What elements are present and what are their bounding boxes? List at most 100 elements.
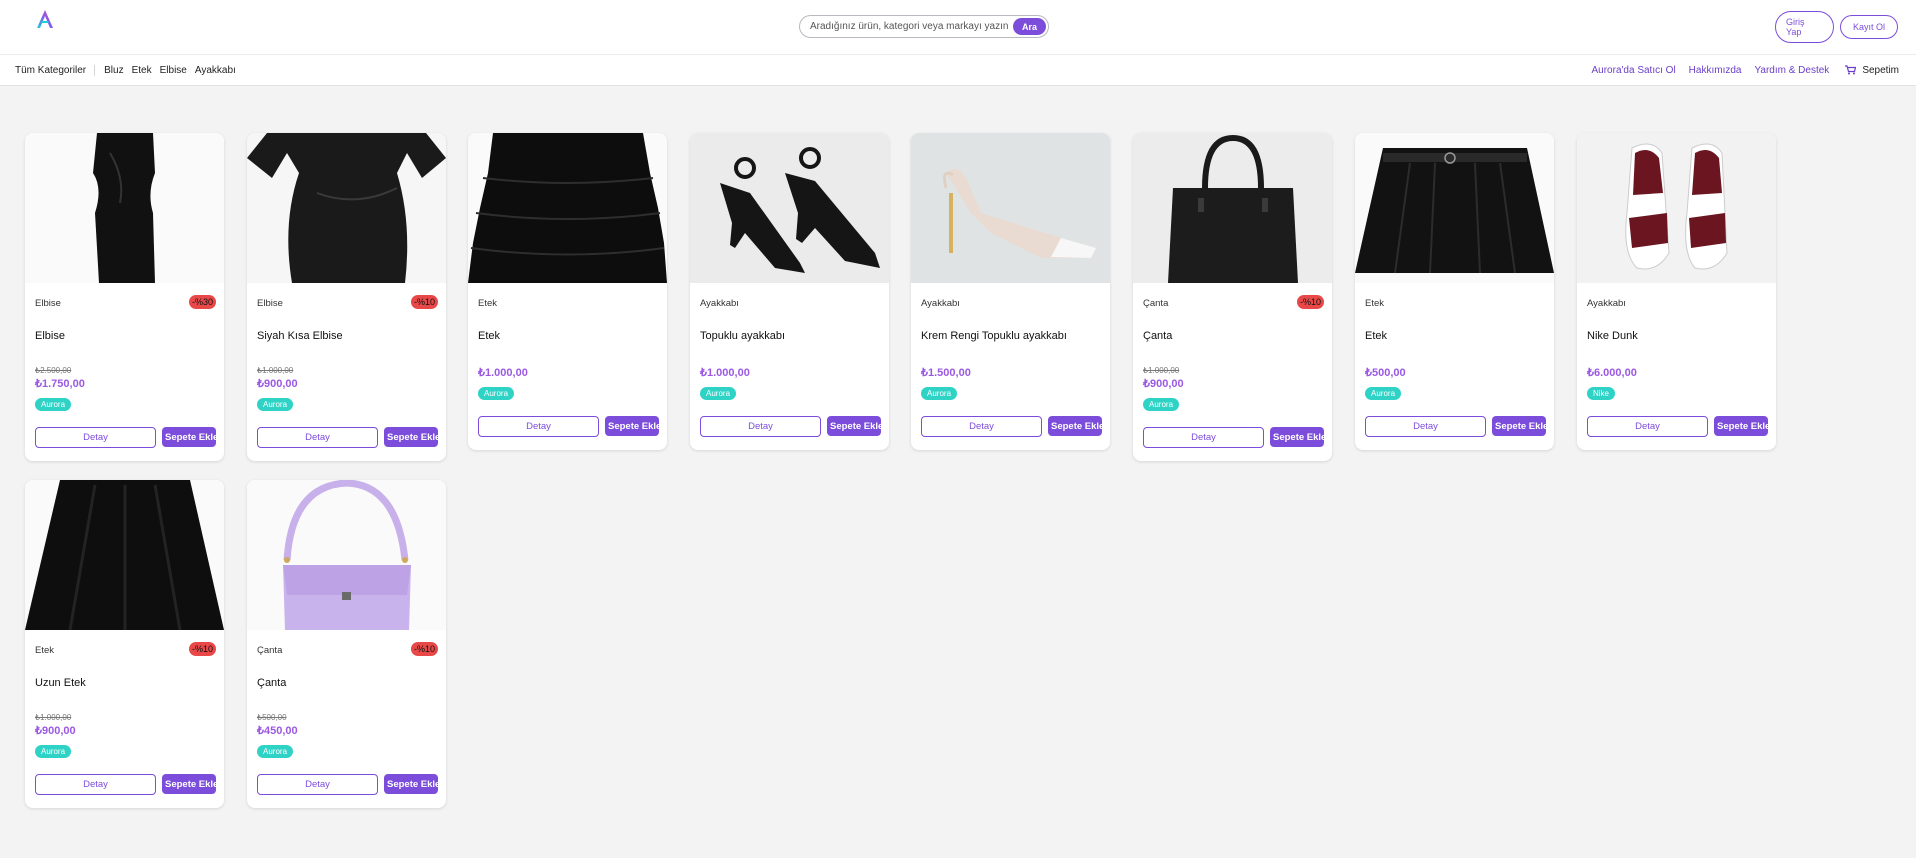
product-category: Ayakkabı bbox=[921, 298, 960, 309]
product-category: Etek bbox=[35, 645, 55, 656]
product-category: Çanta bbox=[1143, 298, 1169, 309]
product-name[interactable]: Çanta bbox=[1143, 330, 1172, 342]
add-to-cart-button[interactable]: Sepete Ekle bbox=[162, 427, 216, 447]
search-button[interactable]: Ara bbox=[1013, 18, 1046, 35]
product-name[interactable]: Etek bbox=[1365, 330, 1387, 342]
old-price: ₺500,00 bbox=[257, 713, 287, 722]
add-to-cart-button[interactable]: Sepete Ekle bbox=[384, 774, 438, 794]
brand-badge: Aurora bbox=[35, 398, 72, 411]
product-category: Etek bbox=[1365, 298, 1385, 309]
price: ₺450,00 bbox=[257, 725, 298, 737]
product-image[interactable] bbox=[1577, 133, 1776, 283]
product-card[interactable]: Elbise -%30 Elbise ₺2.500,00 ₺1.750,00 A… bbox=[25, 133, 224, 461]
add-to-cart-button[interactable]: Sepete Ekle bbox=[384, 427, 438, 447]
brand-badge: Aurora bbox=[478, 387, 515, 400]
product-name[interactable]: Çanta bbox=[257, 677, 286, 689]
cart-link[interactable]: Sepetim bbox=[1845, 65, 1899, 76]
nav-category-elbise[interactable]: Elbise bbox=[160, 65, 187, 76]
search-input[interactable] bbox=[810, 18, 1010, 35]
product-name[interactable]: Uzun Etek bbox=[35, 677, 86, 689]
product-category: Ayakkabı bbox=[1587, 298, 1626, 309]
category-nav: Tüm Kategoriler Bluz Etek Elbise Ayakkab… bbox=[0, 54, 1916, 86]
product-name[interactable]: Siyah Kısa Elbise bbox=[257, 330, 343, 342]
product-card[interactable]: Çanta -%10 Çanta ₺500,00 ₺450,00 Aurora … bbox=[247, 480, 446, 808]
price: ₺1.500,00 bbox=[921, 367, 971, 379]
detail-button[interactable]: Detay bbox=[478, 416, 599, 437]
product-image[interactable] bbox=[247, 133, 446, 283]
product-card[interactable]: Etek -%10 Uzun Etek ₺1.000,00 ₺900,00 Au… bbox=[25, 480, 224, 808]
login-button[interactable]: Giriş Yap bbox=[1775, 11, 1834, 43]
product-image[interactable] bbox=[690, 133, 889, 283]
brand-badge: Aurora bbox=[700, 387, 737, 400]
nav-category-bluz[interactable]: Bluz bbox=[104, 65, 123, 76]
product-image[interactable] bbox=[1355, 133, 1554, 283]
product-card[interactable]: Ayakkabı Topuklu ayakkabı ₺1.000,00 Auro… bbox=[690, 133, 889, 450]
detail-button[interactable]: Detay bbox=[1365, 416, 1486, 437]
product-category: Elbise bbox=[35, 298, 61, 309]
old-price: ₺1.000,00 bbox=[1143, 366, 1180, 375]
product-card[interactable]: Ayakkabı Krem Rengi Topuklu ayakkabı ₺1.… bbox=[911, 133, 1110, 450]
search-bar: Ara bbox=[799, 15, 1049, 38]
brand-badge: Nike bbox=[1587, 387, 1616, 400]
cart-label: Sepetim bbox=[1862, 64, 1899, 76]
add-to-cart-button[interactable]: Sepete Ekle bbox=[605, 416, 659, 436]
brand-badge: Aurora bbox=[921, 387, 958, 400]
add-to-cart-button[interactable]: Sepete Ekle bbox=[1270, 427, 1324, 447]
price: ₺900,00 bbox=[35, 725, 76, 737]
product-image[interactable] bbox=[247, 480, 446, 630]
product-image[interactable] bbox=[468, 133, 667, 283]
brand-badge: Aurora bbox=[1365, 387, 1402, 400]
discount-badge: -%10 bbox=[1296, 295, 1324, 309]
all-categories-link[interactable]: Tüm Kategoriler bbox=[15, 64, 96, 76]
detail-button[interactable]: Detay bbox=[921, 416, 1042, 437]
product-category: Ayakkabı bbox=[700, 298, 739, 309]
product-name[interactable]: Etek bbox=[478, 330, 500, 342]
price: ₺900,00 bbox=[1143, 378, 1184, 390]
top-header: Ara Giriş Yap Kayıt Ol bbox=[0, 0, 1916, 54]
detail-button[interactable]: Detay bbox=[35, 774, 156, 795]
discount-badge: -%10 bbox=[188, 642, 216, 656]
add-to-cart-button[interactable]: Sepete Ekle bbox=[827, 416, 881, 436]
product-image[interactable] bbox=[25, 480, 224, 630]
add-to-cart-button[interactable]: Sepete Ekle bbox=[1714, 416, 1768, 436]
product-name[interactable]: Elbise bbox=[35, 330, 65, 342]
nav-category-etek[interactable]: Etek bbox=[132, 65, 152, 76]
add-to-cart-button[interactable]: Sepete Ekle bbox=[1048, 416, 1102, 436]
detail-button[interactable]: Detay bbox=[1143, 427, 1264, 448]
product-card[interactable]: Elbise -%10 Siyah Kısa Elbise ₺1.000,00 … bbox=[247, 133, 446, 461]
product-image[interactable] bbox=[25, 133, 224, 283]
price: ₺1.000,00 bbox=[478, 367, 528, 379]
become-seller-link[interactable]: Aurora'da Satıcı Ol bbox=[1592, 65, 1676, 76]
detail-button[interactable]: Detay bbox=[257, 427, 378, 448]
product-card[interactable]: Ayakkabı Nike Dunk ₺6.000,00 Nike Detay … bbox=[1577, 133, 1776, 450]
detail-button[interactable]: Detay bbox=[700, 416, 821, 437]
product-name[interactable]: Topuklu ayakkabı bbox=[700, 330, 785, 342]
product-card[interactable]: Etek Etek ₺500,00 Aurora Detay Sepete Ek… bbox=[1355, 133, 1554, 450]
register-button[interactable]: Kayıt Ol bbox=[1840, 15, 1898, 39]
product-name[interactable]: Krem Rengi Topuklu ayakkabı bbox=[921, 330, 1067, 342]
help-link[interactable]: Yardım & Destek bbox=[1754, 65, 1829, 76]
discount-badge: -%30 bbox=[188, 295, 216, 309]
product-category: Elbise bbox=[257, 298, 283, 309]
product-card[interactable]: Etek Etek ₺1.000,00 Aurora Detay Sepete … bbox=[468, 133, 667, 450]
aurora-logo[interactable] bbox=[34, 8, 56, 30]
detail-button[interactable]: Detay bbox=[257, 774, 378, 795]
product-name[interactable]: Nike Dunk bbox=[1587, 330, 1638, 342]
product-category: Etek bbox=[478, 298, 498, 309]
price: ₺1.000,00 bbox=[700, 367, 750, 379]
add-to-cart-button[interactable]: Sepete Ekle bbox=[162, 774, 216, 794]
product-image[interactable] bbox=[911, 133, 1110, 283]
detail-button[interactable]: Detay bbox=[1587, 416, 1708, 437]
add-to-cart-button[interactable]: Sepete Ekle bbox=[1492, 416, 1546, 436]
detail-button[interactable]: Detay bbox=[35, 427, 156, 448]
product-image[interactable] bbox=[1133, 133, 1332, 283]
product-category: Çanta bbox=[257, 645, 283, 656]
discount-badge: -%10 bbox=[410, 642, 438, 656]
price: ₺500,00 bbox=[1365, 367, 1406, 379]
product-card[interactable]: Çanta -%10 Çanta ₺1.000,00 ₺900,00 Auror… bbox=[1133, 133, 1332, 461]
price: ₺6.000,00 bbox=[1587, 367, 1637, 379]
nav-category-ayakkabi[interactable]: Ayakkabı bbox=[195, 65, 236, 76]
about-link[interactable]: Hakkımızda bbox=[1689, 65, 1742, 76]
brand-badge: Aurora bbox=[257, 398, 294, 411]
brand-badge: Aurora bbox=[257, 745, 294, 758]
